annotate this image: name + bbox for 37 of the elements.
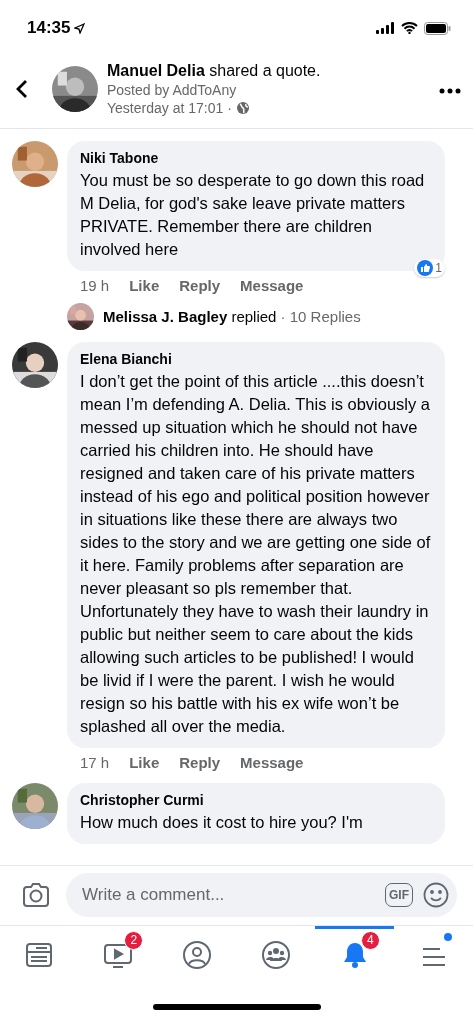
profile-icon xyxy=(182,940,213,970)
posted-by: Posted by AddToAny xyxy=(107,82,238,98)
comment-action[interactable]: Message xyxy=(240,277,304,294)
smiley-icon[interactable] xyxy=(423,882,449,908)
comment-action[interactable]: Reply xyxy=(179,754,221,771)
comment-text: I don’t get the point of this article ....this doesn’t mean I’m defending A. Delia. This is obviously a messed up situation which he should not have carried his children into. He should have resigned and taken care of his private matters instead of his ego and political position however in situations like these there are always two sides to the story and we are getting one side of it here. Family problems after separation are never pleasant so pls remember that. Unfortunately they have to wash their laundry in public but neither seem to care about the kids allowing such articles to be published! I would be livid if I were the parent. I wish he would resign so his battle with his ex wife won’t be splashed all over the media. xyxy=(80,371,432,737)
news-feed-icon xyxy=(25,941,54,969)
gif-button[interactable]: GIF xyxy=(385,883,413,907)
nav-tab[interactable]: 2 xyxy=(78,926,158,981)
post-time: Yesterday at 17:01 · xyxy=(107,100,232,116)
wifi-icon xyxy=(401,22,418,34)
battery-icon xyxy=(424,21,451,35)
notification-count: 2 xyxy=(124,931,144,950)
comment-author[interactable]: Elena Bianchi xyxy=(80,351,432,367)
comment-field[interactable]: Write a comment... GIF xyxy=(66,873,457,917)
notification-count: 4 xyxy=(360,931,380,950)
globe-icon xyxy=(235,101,250,115)
comment-text: You must be so desperate to go down this road M Delia, for god's sake leave private matters PRIVATE. Remember there are children involved here xyxy=(80,170,426,260)
comment-action[interactable]: Message xyxy=(240,754,304,771)
comment-action[interactable]: Like xyxy=(129,277,160,294)
location-arrow-icon xyxy=(74,22,86,34)
post-title: Manuel Delia shared a quote. xyxy=(107,62,322,80)
comment-author[interactable]: Christopher Curmi xyxy=(80,792,432,808)
comment-text: How much does it cost to hire you? I'm xyxy=(80,812,364,833)
comment-action[interactable]: Reply xyxy=(179,277,221,294)
nav-tab[interactable]: 4 xyxy=(315,926,395,981)
signal-icon xyxy=(376,22,395,34)
groups-icon xyxy=(260,940,291,970)
reaction-count[interactable]: 1 xyxy=(414,259,445,277)
comment-action[interactable]: Like xyxy=(129,754,160,771)
back-button[interactable] xyxy=(16,79,28,99)
replies-link[interactable]: Melissa J. Bagley replied · 10 Replies xyxy=(67,303,459,330)
status-time: 14:35 xyxy=(27,18,71,38)
camera-icon[interactable] xyxy=(22,883,50,907)
comment-author[interactable]: Niki Tabone xyxy=(80,150,432,166)
comment-age: 19 h xyxy=(80,277,110,294)
comment-age: 17 h xyxy=(80,754,110,771)
